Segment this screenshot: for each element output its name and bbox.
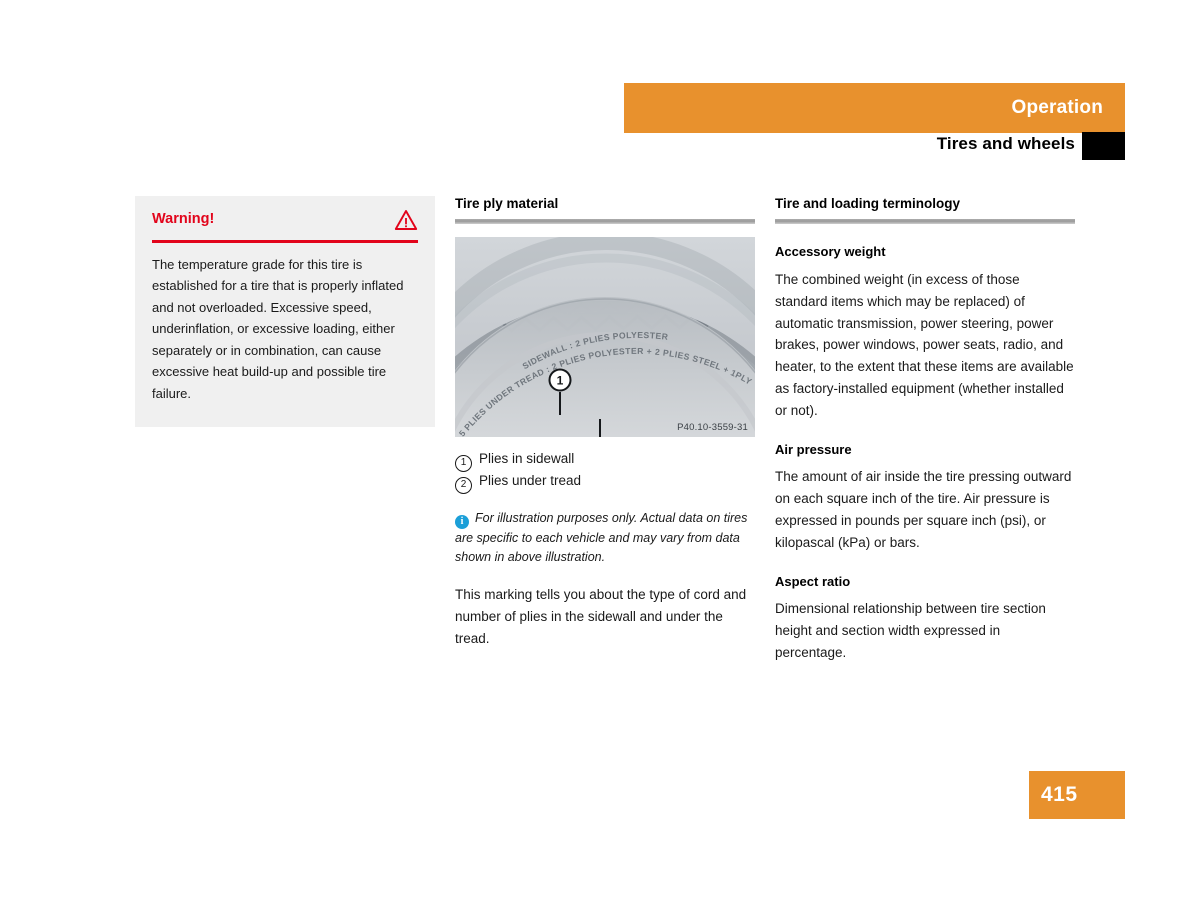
right-column: Tire and loading terminology Accessory w…: [775, 196, 1075, 664]
middle-column-divider: [455, 219, 755, 225]
header-section-row: Tires and wheels: [624, 132, 1125, 161]
glossary-term: Accessory weight: [775, 244, 886, 260]
caption-label: Plies under tread: [479, 473, 582, 489]
glossary-definition: The combined weight (in excess of those …: [775, 271, 1074, 418]
marking-description: This marking tells you about the type of…: [455, 587, 747, 647]
header-section-title: Tires and wheels: [936, 134, 1075, 153]
left-column: Warning! The temperature grade for this …: [135, 196, 435, 427]
glossary-entry-accessory-weight: Accessory weight The combined weight (in…: [775, 244, 1075, 422]
chapter-tab-marker-icon: [1082, 132, 1125, 160]
glossary-definition: The amount of air inside the tire pressi…: [775, 469, 1072, 550]
header-chapter-title: Operation: [1011, 97, 1103, 118]
glossary-entry-air-pressure: Air pressure The amount of air inside th…: [775, 442, 1075, 554]
svg-text:1: 1: [557, 374, 564, 388]
warning-body-text: The temperature grade for this tire is e…: [152, 256, 404, 401]
warning-triangle-icon: [394, 210, 418, 230]
right-column-title: Tire and loading terminology: [775, 196, 961, 211]
glossary-definition: Dimensional relationship between tire se…: [775, 601, 1046, 661]
list-item: 1 Plies in sidewall: [455, 448, 755, 473]
glossary-entry-aspect-ratio: Aspect ratio Dimensional relationship be…: [775, 574, 1075, 664]
warning-panel: Warning! The temperature grade for this …: [135, 196, 435, 427]
warning-divider: [152, 240, 418, 243]
middle-column-title: Tire ply material: [455, 196, 559, 211]
figure-caption-list: 1 Plies in sidewall 2 Plies under tread: [455, 448, 755, 495]
illustration-note-text: For illustration purposes only. Actual d…: [455, 511, 748, 564]
page-number-badge: 415: [1029, 771, 1125, 819]
list-item: 2 Plies under tread: [455, 470, 755, 495]
header-chapter-band: Operation: [624, 83, 1125, 133]
illustration-note: i For illustration purposes only. Actual …: [455, 509, 755, 567]
glossary-term: Air pressure: [775, 441, 852, 457]
tire-ply-illustration: SIDEWALL : 2 PLIES POLYESTER 5 PLIES UND…: [455, 237, 755, 438]
glossary-term: Aspect ratio: [775, 573, 851, 589]
figure-reference-code: P40.10-3559-31: [677, 422, 748, 434]
warning-title: Warning!: [152, 211, 215, 227]
right-column-divider: [775, 219, 1075, 225]
callout-number-icon: 2: [455, 477, 472, 495]
tire-illustration-graphic: SIDEWALL : 2 PLIES POLYESTER 5 PLIES UND…: [455, 237, 755, 438]
info-icon: i: [455, 515, 469, 530]
caption-label: Plies in sidewall: [479, 451, 575, 467]
warning-header: Warning!: [152, 210, 418, 240]
middle-column: Tire ply material SIDEWALL: 2 PLIES POL…: [455, 196, 755, 650]
